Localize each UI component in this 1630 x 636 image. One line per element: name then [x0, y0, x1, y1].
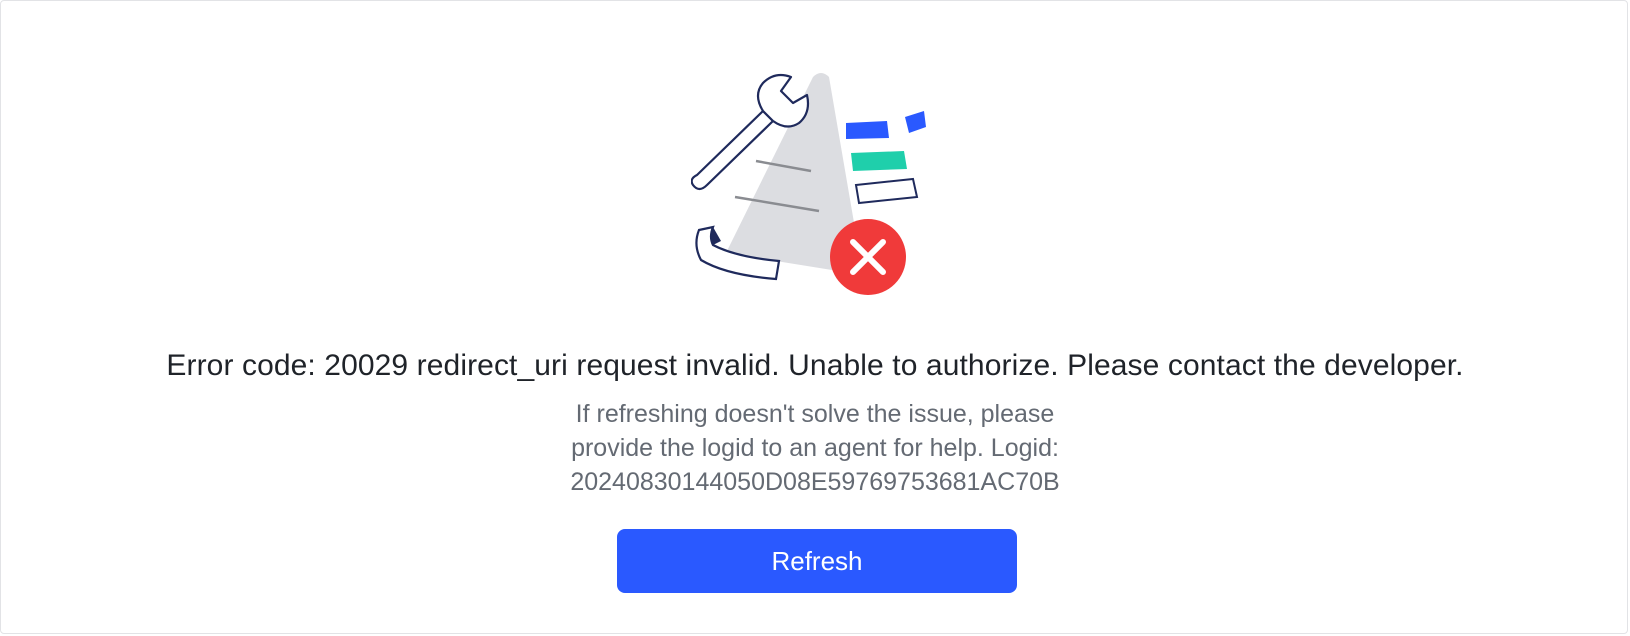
error-title: Error code: 20029 redirect_uri request i…: [166, 349, 1464, 382]
ribbon-blue-icon: [846, 121, 889, 139]
authorization-error-illustration: [691, 73, 926, 295]
error-description: If refreshing doesn't solve the issue, p…: [516, 397, 1114, 499]
ribbon-teal-icon: [851, 151, 907, 171]
description-line: If refreshing doesn't solve the issue, p…: [575, 400, 1055, 428]
error-x-icon: [830, 219, 906, 295]
logid-value: 20240830144050D08E59769753681AC70B: [570, 468, 1060, 496]
description-line: provide the logid to an agent for help. …: [571, 434, 1059, 462]
refresh-button[interactable]: Refresh: [617, 529, 1017, 593]
error-page: Error code: 20029 redirect_uri request i…: [0, 0, 1628, 634]
